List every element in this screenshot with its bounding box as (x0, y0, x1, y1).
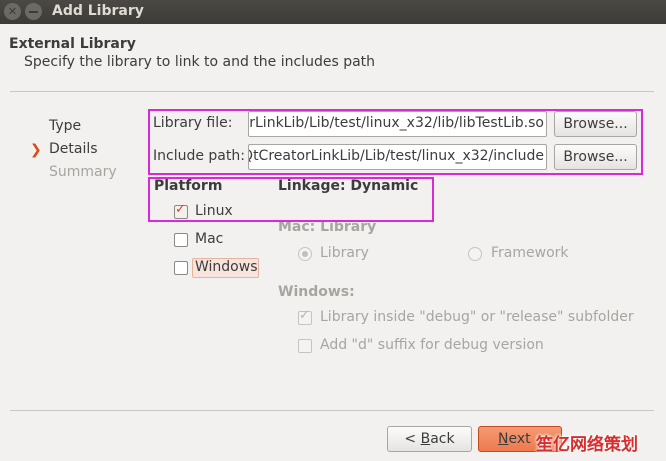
debug-subfolder-checkbox[interactable] (298, 308, 312, 325)
next-mnemonic: N (498, 431, 509, 447)
step-type: Type (49, 118, 82, 134)
mac-label[interactable]: Mac (195, 231, 223, 247)
mac-library-label[interactable]: Library (320, 245, 369, 261)
window-titlebar: ✕ Add Library (0, 0, 666, 24)
debug-subfolder-label[interactable]: Library inside "debug" or "release" subf… (320, 309, 634, 325)
windows-section-title: Windows: (278, 284, 355, 300)
next-rest: ext (508, 431, 531, 447)
footer-divider (10, 410, 654, 411)
close-icon[interactable]: ✕ (4, 3, 21, 20)
back-button[interactable]: < Back (387, 426, 472, 452)
paths-highlight-box (148, 109, 643, 175)
minimize-icon[interactable] (25, 3, 42, 20)
windows-label[interactable]: Windows (195, 259, 258, 275)
mac-framework-label[interactable]: Framework (491, 245, 569, 261)
windows-checkbox[interactable] (174, 261, 188, 275)
d-suffix-label[interactable]: Add "d" suffix for debug version (320, 337, 544, 353)
page-subtitle: Specify the library to link to and the i… (24, 54, 376, 70)
watermark-text: 笙亿网络策划 (536, 435, 638, 455)
page-title: External Library (9, 36, 136, 52)
d-suffix-checkbox[interactable] (298, 339, 312, 353)
step-details: Details (49, 141, 98, 157)
platform-linkage-highlight-box (148, 177, 434, 222)
mac-checkbox[interactable] (174, 233, 188, 247)
back-prefix: < (404, 431, 421, 447)
back-rest: ack (430, 431, 455, 447)
wizard-header: External Library Specify the library to … (0, 24, 666, 90)
step-summary: Summary (49, 164, 117, 180)
mac-framework-radio[interactable] (468, 247, 482, 261)
header-divider (10, 91, 654, 92)
current-step-arrow-icon: ❯ (30, 142, 42, 158)
back-mnemonic: B (420, 431, 431, 447)
mac-library-radio[interactable] (298, 247, 312, 261)
window-title: Add Library (52, 3, 144, 19)
